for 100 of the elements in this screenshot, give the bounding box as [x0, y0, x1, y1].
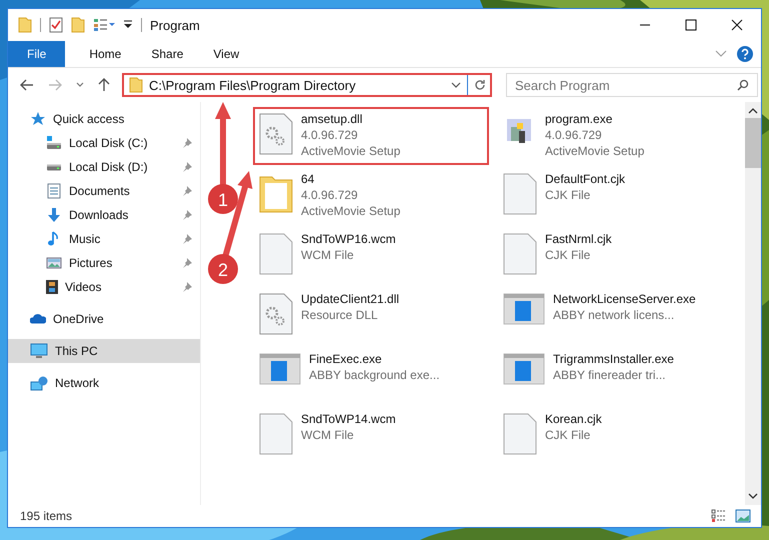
sidebar-item[interactable]: OneDrive	[8, 307, 200, 331]
sidebar-label: Documents	[69, 184, 131, 198]
document-icon	[259, 413, 293, 455]
file-tile[interactable]: NetworkLicenseServer.exe ABBY network licens...	[497, 287, 733, 345]
gear-file-icon	[259, 293, 293, 335]
file-name: UpdateClient21.dll	[301, 291, 400, 307]
document-icon	[46, 183, 62, 199]
star-icon	[30, 111, 46, 127]
item-count: 195 items	[20, 509, 72, 523]
close-icon[interactable]	[731, 19, 743, 31]
up-arrow-icon[interactable]	[98, 78, 110, 92]
ribbon-tab[interactable]: View	[199, 41, 254, 67]
file-detail: ABBY background exe...	[309, 367, 440, 383]
file-detail: 4.0.96.729	[301, 187, 359, 203]
sidebar-item[interactable]: Downloads	[8, 203, 200, 227]
app-window-icon	[503, 353, 545, 385]
drive-icon	[46, 164, 62, 170]
file-tile[interactable]: Korean.cjk CJK File	[497, 407, 733, 465]
checklist-icon[interactable]	[49, 17, 63, 33]
file-name: FastNrml.cjk	[545, 231, 612, 247]
file-tile[interactable]: TrigrammsInstaller.exe ABBY finereader tri...	[497, 347, 733, 405]
properties-icon[interactable]	[93, 18, 115, 32]
pin-icon[interactable]	[182, 258, 192, 268]
film-icon	[46, 280, 58, 294]
sidebar-label: This PC	[55, 344, 99, 358]
chevron-icon[interactable]	[451, 82, 461, 88]
file-tile[interactable]: DefaultFont.cjk CJK File	[497, 167, 733, 225]
drive-icon	[46, 136, 62, 150]
file-name: SndToWP16.wcm	[301, 231, 396, 247]
ribbon-tab[interactable]: File	[8, 41, 66, 67]
scroll-up-icon[interactable]	[748, 108, 758, 114]
file-tile[interactable]: UpdateClient21.dll Resource DLL	[253, 287, 489, 345]
file-name: amsetup.dll	[301, 111, 364, 127]
gear-file-icon	[259, 113, 293, 155]
file-tile[interactable]: program.exe 4.0.96.729 ActiveMovie Setup	[497, 107, 733, 165]
search-field[interactable]: Search Program	[506, 73, 758, 97]
sidebar-label: Local Disk (C:)	[69, 136, 149, 150]
tiles-view-icon[interactable]	[735, 509, 751, 523]
file-name: DefaultFont.cjk	[545, 171, 626, 187]
maximize-icon[interactable]	[685, 19, 697, 31]
sidebar-item[interactable]: Music	[8, 227, 200, 251]
pin-icon[interactable]	[182, 162, 192, 172]
ribbon-tab[interactable]: Share	[137, 41, 198, 67]
sidebar-item[interactable]: Documents	[8, 179, 200, 203]
file-tile[interactable]: amsetup.dll 4.0.96.729 ActiveMovie Setup	[253, 107, 489, 165]
sidebar-label: OneDrive	[53, 312, 105, 326]
document-icon	[503, 413, 537, 455]
step-badge: 1	[208, 184, 238, 214]
file-tile[interactable]: SndToWP16.wcm WCM File	[253, 227, 489, 285]
app-window-icon	[259, 353, 301, 385]
pin-icon[interactable]	[182, 186, 192, 196]
file-detail: CJK File	[545, 427, 592, 443]
pin-icon[interactable]	[182, 282, 192, 292]
sidebar-label: Pictures	[69, 256, 114, 270]
sidebar-label: Network	[55, 376, 100, 390]
file-detail: WCM File	[301, 247, 355, 263]
file-tile[interactable]: 64 4.0.96.729 ActiveMovie Setup	[253, 167, 489, 225]
dropdown-icon[interactable]	[123, 19, 133, 31]
pin-icon[interactable]	[182, 234, 192, 244]
ribbon-tab[interactable]: Home	[75, 41, 136, 67]
file-name: program.exe	[545, 111, 614, 127]
pin-icon[interactable]	[182, 138, 192, 148]
step-badge: 2	[208, 254, 238, 284]
sidebar-item[interactable]: Videos	[8, 275, 200, 299]
details-view-icon[interactable]	[711, 509, 727, 523]
document-icon	[503, 173, 537, 215]
document-icon	[503, 233, 537, 275]
sidebar-item[interactable]: Pictures	[8, 251, 200, 275]
help-icon[interactable]	[737, 46, 753, 62]
scroll-down-icon[interactable]	[748, 493, 758, 499]
address-path: C:\Program Files\Program Directory	[149, 78, 357, 92]
sidebar-item[interactable]: Local Disk (D:)	[8, 155, 200, 179]
chevron-icon[interactable]	[76, 82, 84, 88]
file-detail: WCM File	[301, 427, 355, 443]
sidebar-label: Music	[69, 232, 102, 246]
file-detail: ActiveMovie Setup	[545, 143, 644, 159]
sidebar-item[interactable]: Local Disk (C:)	[8, 131, 200, 155]
sidebar-item[interactable]: Network	[8, 371, 200, 395]
document-icon	[259, 233, 293, 275]
app-window-icon	[503, 293, 545, 325]
file-name: SndToWP14.wcm	[301, 411, 396, 427]
file-tile[interactable]: SndToWP14.wcm WCM File	[253, 407, 489, 465]
file-detail: ABBY finereader tri...	[553, 367, 666, 383]
back-icon[interactable]	[20, 79, 34, 91]
sidebar-item[interactable]: Quick access	[8, 107, 200, 131]
file-detail: CJK File	[545, 187, 592, 203]
address-bar[interactable]: C:\Program Files\Program Directory	[122, 73, 492, 97]
file-detail: Resource DLL	[301, 307, 379, 323]
file-detail: CJK File	[545, 247, 592, 263]
cloud-icon	[30, 314, 46, 324]
file-name: Korean.cjk	[545, 411, 602, 427]
sidebar-item[interactable]: This PC	[8, 339, 200, 363]
scroll-thumb[interactable]	[745, 118, 761, 168]
file-name: TrigrammsInstaller.exe	[553, 351, 674, 367]
file-tile[interactable]: FastNrml.cjk CJK File	[497, 227, 733, 285]
file-tile[interactable]: FineExec.exe ABBY background exe...	[253, 347, 489, 405]
pin-icon[interactable]	[182, 210, 192, 220]
refresh-icon[interactable]	[474, 79, 486, 91]
scrollbar[interactable]	[745, 102, 761, 505]
sidebar-label: Downloads	[69, 208, 130, 222]
